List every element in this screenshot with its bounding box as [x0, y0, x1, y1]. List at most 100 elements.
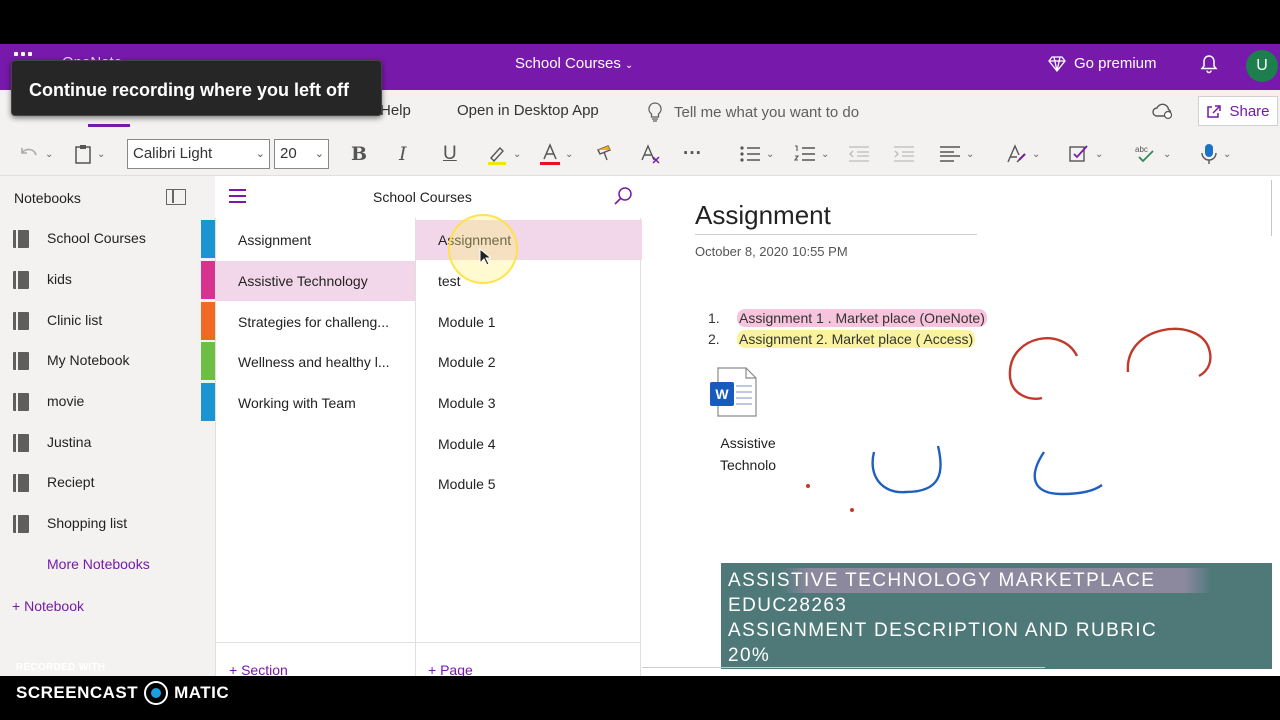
add-page-button[interactable]: + Page [428, 662, 473, 676]
page-item-module-3[interactable]: Module 3 [416, 383, 642, 423]
chevron-down-icon: ⌄ [45, 148, 54, 160]
search-icon[interactable] [613, 186, 633, 206]
dictate-button[interactable]: ⌄ [1200, 142, 1231, 166]
notebook-label: Shopping list [47, 515, 128, 531]
notebook-item-clinic-list[interactable]: Clinic list [0, 302, 215, 338]
notebook-label: kids [47, 271, 72, 287]
page-canvas[interactable]: Assignment October 8, 2020 10:55 PM 1. As… [642, 176, 1280, 676]
undo-button[interactable]: ⌄ [18, 142, 53, 166]
section-item-assistive-technology[interactable]: Assistive Technology [216, 261, 416, 301]
spell-check-icon: abc [1135, 145, 1154, 163]
clear-formatting-button[interactable] [639, 142, 661, 166]
numbering-button[interactable]: ⌄ [794, 142, 829, 166]
notebook-item-school-courses[interactable]: School Courses [0, 220, 215, 256]
add-section-button[interactable]: + Section [229, 662, 288, 676]
more-notebooks-link[interactable]: More Notebooks [47, 556, 150, 572]
screen-frame: OneNote School Courses⌄ Go premium U Hel… [0, 0, 1280, 720]
format-painter-button[interactable] [595, 142, 617, 166]
active-tab-indicator [88, 124, 130, 127]
ink-stroke-blue [871, 445, 942, 494]
page-item-module-5[interactable]: Module 5 [416, 464, 642, 504]
section-item-working-with-team[interactable]: Working with Team [216, 383, 416, 423]
open-desktop-app-button[interactable]: Open in Desktop App [457, 102, 599, 119]
sections-pages-header: School Courses [215, 176, 641, 218]
bell-icon[interactable] [1200, 54, 1218, 74]
underline-button[interactable]: U [443, 142, 457, 166]
font-name-value: Calibri Light [133, 145, 213, 162]
sync-status-icon[interactable] [1152, 102, 1174, 120]
font-size-select[interactable]: 20 ⌄ [274, 139, 329, 169]
italic-icon: I [399, 143, 407, 165]
italic-button[interactable]: I [399, 142, 407, 166]
bullet-list-icon [740, 146, 760, 162]
section-color-tab [201, 261, 215, 299]
screencast-logo: SCREENCAST MATIC [16, 681, 229, 705]
undo-icon [21, 148, 37, 156]
bullets-button[interactable]: ⌄ [739, 142, 774, 166]
clipboard-icon [75, 145, 91, 164]
avatar[interactable]: U [1246, 50, 1278, 82]
lightbulb-icon [648, 102, 662, 122]
notebook-label: Justina [47, 434, 92, 450]
go-premium-button[interactable]: Go premium [1048, 55, 1157, 72]
page-item-test[interactable]: test [416, 261, 642, 301]
decrease-indent-button[interactable] [848, 142, 870, 166]
notebook-icon [13, 474, 29, 492]
section-color-tab [201, 302, 215, 340]
more-options-button[interactable]: ··· [683, 142, 702, 166]
page-item-module-4[interactable]: Module 4 [416, 424, 642, 464]
collapse-pane-icon[interactable] [166, 189, 186, 205]
notebook-label: Clinic list [47, 312, 103, 328]
tell-me-search[interactable]: Tell me what you want to do [648, 102, 859, 122]
add-notebook-button[interactable]: + Notebook [12, 598, 84, 614]
section-item-strategies[interactable]: Strategies for challeng... [216, 302, 416, 342]
styles-icon [1007, 144, 1026, 163]
font-color-button[interactable]: ⌄ [540, 142, 573, 166]
mouse-pointer-icon [479, 248, 491, 266]
banner-line: ASSIGNMENT DESCRIPTION AND RUBRIC [728, 620, 1158, 641]
section-item-wellness[interactable]: Wellness and healthy l... [216, 342, 416, 382]
hamburger-menu-icon[interactable] [229, 189, 246, 203]
notebook-item-movie[interactable]: movie [0, 383, 215, 419]
font-color-icon [540, 143, 560, 165]
tag-button[interactable]: ⌄ [1068, 142, 1103, 166]
highlight-button[interactable]: ⌄ [486, 142, 521, 166]
course-banner-image: ASSISTIVE TECHNOLOGY MARKETPLACE EDUC282… [721, 563, 1272, 669]
page-item-module-1[interactable]: Module 1 [416, 302, 642, 342]
section-label: Assignment [238, 232, 312, 248]
notebook-label: movie [47, 393, 85, 409]
align-button[interactable]: ⌄ [939, 142, 974, 166]
notebook-item-shopping-list[interactable]: Shopping list [0, 505, 215, 541]
banner-line: ASSISTIVE TECHNOLOGY MARKETPLACE [728, 568, 1265, 593]
chevron-down-icon: ⌄ [255, 148, 265, 160]
notebook-item-justina[interactable]: Justina [0, 424, 215, 460]
ink-dot [850, 508, 854, 512]
word-document-icon[interactable]: W [706, 366, 776, 426]
clipboard-button[interactable]: ⌄ [74, 142, 105, 166]
page-item-module-2[interactable]: Module 2 [416, 342, 642, 382]
vertical-scrollbar[interactable] [1271, 180, 1279, 236]
increase-indent-button[interactable] [893, 142, 915, 166]
recording-tooltip[interactable]: Continue recording where you left off [11, 60, 382, 116]
recorded-with-text: RECORDED WITH [16, 662, 106, 673]
font-name-select[interactable]: Calibri Light ⌄ [127, 139, 270, 169]
share-button[interactable]: Share [1198, 96, 1278, 126]
section-item-assignment[interactable]: Assignment [216, 220, 416, 260]
add-page-label: Page [440, 662, 473, 676]
bold-button[interactable]: B [351, 142, 367, 166]
section-color-tab [201, 220, 215, 258]
more-icon: ··· [683, 143, 702, 164]
page-label: Module 2 [438, 354, 496, 370]
notebook-title-dropdown[interactable]: School Courses ⌄ [515, 55, 633, 72]
notebook-item-my-notebook[interactable]: My Notebook [0, 342, 215, 378]
spelling-button[interactable]: abc ⌄ [1134, 142, 1171, 166]
page-label: Module 5 [438, 476, 496, 492]
tab-help[interactable]: Help [380, 102, 411, 119]
notebook-item-reciept[interactable]: Reciept [0, 464, 215, 500]
styles-button[interactable]: ⌄ [1005, 142, 1040, 166]
current-notebook-title: School Courses [373, 189, 472, 205]
notebook-item-kids[interactable]: kids [0, 261, 215, 297]
ink-stroke-red [1126, 327, 1212, 378]
bold-icon: B [351, 143, 368, 165]
add-section-label: Section [241, 662, 288, 676]
